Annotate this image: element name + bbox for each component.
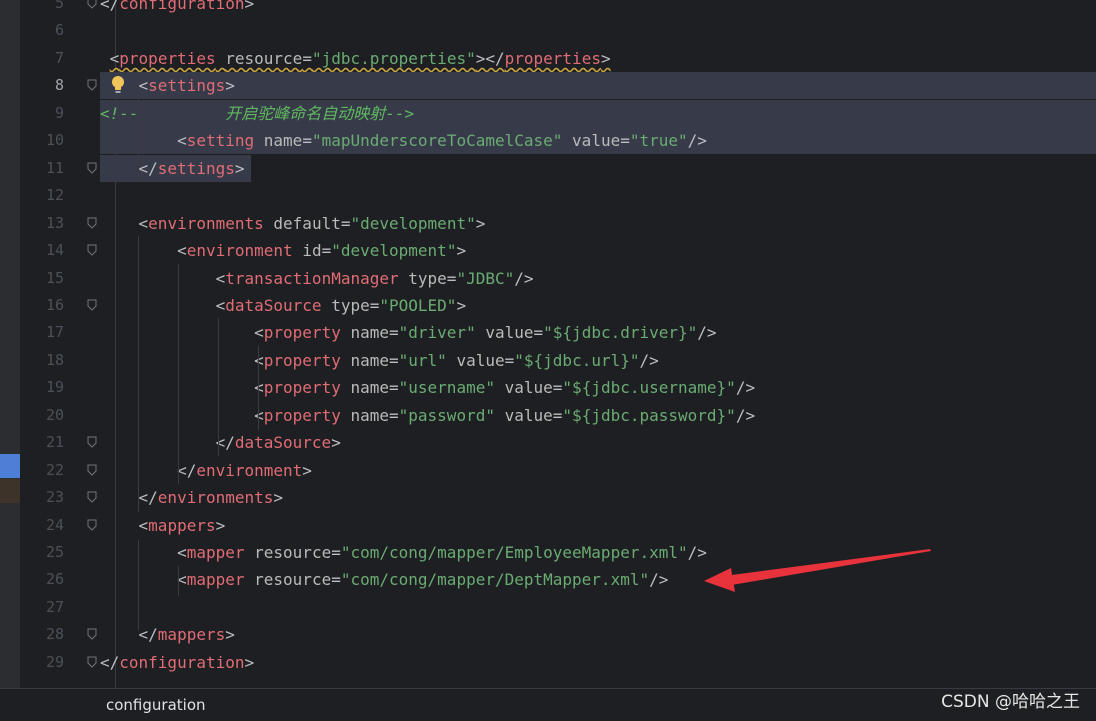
arrow-head (704, 568, 735, 592)
arrow-shaft (724, 549, 931, 586)
annotation-arrow (704, 549, 931, 592)
